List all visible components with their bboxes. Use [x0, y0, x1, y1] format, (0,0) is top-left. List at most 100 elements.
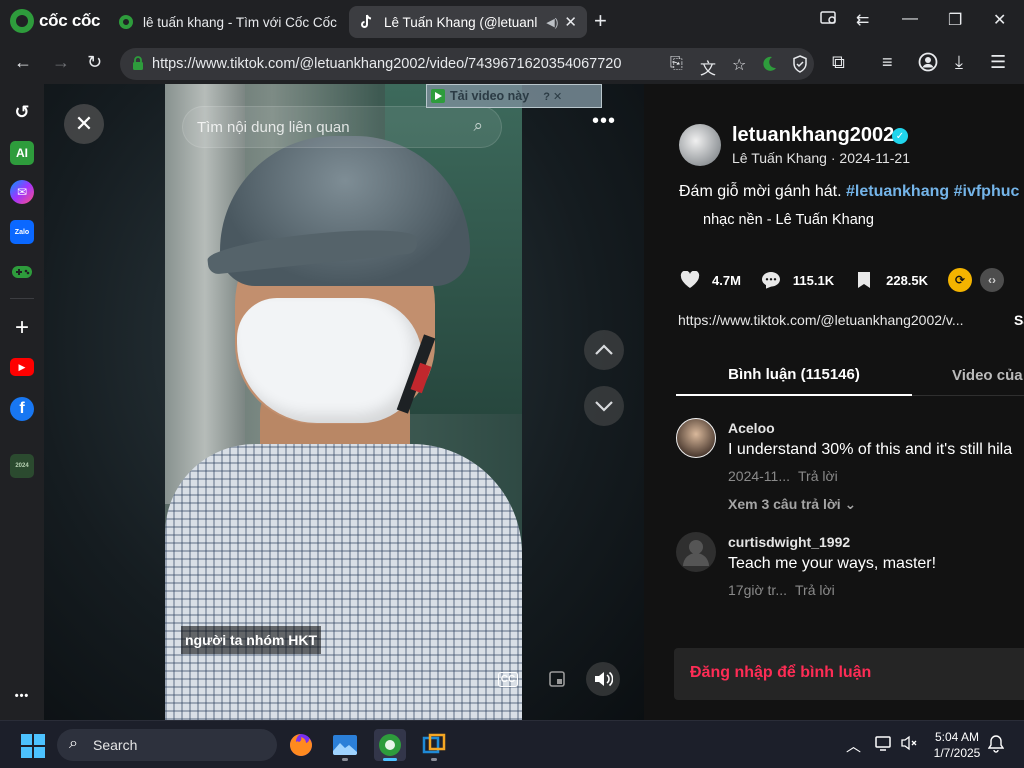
close-window-button[interactable]: ✕ — [993, 10, 1006, 30]
cc-icon: CC — [497, 671, 519, 687]
menu-icon[interactable]: ☰ — [990, 52, 1006, 73]
tab-creator-videos[interactable]: Video của — [952, 354, 1023, 396]
search-icon: ⌕ — [69, 735, 78, 752]
browser-brand[interactable]: cốc cốc — [10, 9, 101, 33]
volume-muted-icon[interactable] — [901, 735, 917, 755]
virtualbox-icon[interactable] — [418, 729, 450, 761]
repost-icon[interactable]: ⟳ — [948, 268, 973, 292]
video-link[interactable]: https://www.tiktok.com/@letuankhang2002/… — [678, 312, 964, 328]
next-video-button[interactable] — [584, 386, 624, 426]
maximize-button[interactable]: ❐ — [948, 10, 962, 30]
messenger-icon[interactable]: ✉ — [10, 180, 34, 204]
extensions-icon[interactable]: ⧉ — [832, 52, 845, 73]
media-controls-icon[interactable]: ≡ — [882, 52, 893, 73]
coccoc-taskbar-icon[interactable] — [374, 729, 406, 761]
youtube-icon[interactable]: ▶ — [10, 358, 34, 376]
tab-close-icon[interactable]: ✕ — [564, 13, 577, 31]
floating-player-icon[interactable] — [540, 662, 574, 696]
back-button[interactable]: ← — [14, 52, 32, 73]
translate-icon[interactable]: 文 — [700, 55, 716, 79]
coccoc-2024-icon[interactable]: 2024 — [10, 454, 34, 478]
new-tab-button[interactable]: + — [594, 10, 607, 32]
ai-icon[interactable]: AI — [10, 141, 34, 165]
notifications-bell-icon[interactable] — [987, 735, 1005, 757]
author-avatar[interactable] — [679, 124, 721, 166]
more-options-icon[interactable]: ••• — [592, 110, 616, 133]
facebook-icon[interactable]: f — [10, 397, 34, 421]
url-text[interactable]: https://www.tiktok.com/@letuankhang2002/… — [152, 56, 621, 72]
reply-button[interactable]: Trả lời — [795, 582, 835, 598]
download-video-button[interactable]: Tải video này ? ✕ — [426, 84, 602, 108]
tab-title: Lê Tuấn Khang (@letuanl — [384, 14, 538, 30]
sidebar-more-icon[interactable]: ••• — [10, 684, 34, 708]
comment-button[interactable]: 115.1K — [761, 270, 834, 290]
firefox-icon[interactable] — [285, 729, 317, 761]
windows-start-icon[interactable] — [21, 734, 45, 758]
login-to-comment-bar[interactable]: Đăng nhập để bình luận — [674, 648, 1024, 700]
photos-app-icon[interactable] — [329, 729, 361, 761]
commenter-name[interactable]: curtisdwight_1992 — [728, 534, 850, 550]
history-icon[interactable]: ↺ — [10, 100, 34, 124]
minimize-button[interactable]: — — [902, 10, 918, 28]
zalo-icon[interactable]: Zalo — [10, 220, 34, 244]
system-clock[interactable]: 5:04 AM 1/7/2025 — [922, 729, 992, 761]
taskbar-search-label: Search — [93, 737, 138, 753]
reply-button[interactable]: Trả lời — [798, 468, 838, 484]
reload-button[interactable]: ↻ — [87, 52, 102, 73]
commenter-avatar[interactable] — [676, 418, 716, 458]
related-search-input[interactable]: Tìm nội dung liên quan ⌕ — [182, 106, 502, 148]
tab-comments[interactable]: Bình luận (115146) — [676, 354, 912, 396]
adblock-shield-icon[interactable] — [792, 55, 808, 78]
view-replies-button[interactable]: Xem 3 câu trả lời ⌄ — [728, 496, 856, 513]
bookmark-star-icon[interactable]: ☆ — [732, 55, 746, 75]
windows-taskbar: ⌕ Search ︿ 5:04 AM 1/7/2025 — [0, 720, 1024, 768]
tray-overflow-chevron-icon[interactable]: ︿ — [846, 735, 861, 756]
search-icon[interactable]: ⌕ — [473, 116, 483, 136]
tab-tiktok[interactable]: Lê Tuấn Khang (@letuanl ◀) ✕ — [349, 6, 587, 38]
lock-icon[interactable] — [132, 56, 144, 70]
download-play-icon — [431, 89, 445, 103]
tab-audio-icon[interactable]: ◀) — [546, 16, 558, 29]
like-button[interactable]: 4.7M — [680, 270, 741, 290]
download-help-close[interactable]: ? ✕ — [543, 90, 562, 103]
copy-link-button[interactable]: Sa — [1014, 312, 1024, 328]
video-details-panel: letuankhang2002 ✓ Lê Tuấn Khang · 2024-1… — [644, 84, 1024, 720]
commenter-avatar[interactable] — [676, 532, 716, 572]
save-button[interactable]: 228.5K — [854, 270, 928, 290]
profile-icon[interactable] — [918, 52, 938, 77]
previous-video-button[interactable] — [584, 330, 624, 370]
install-app-icon[interactable]: ⎘ — [670, 55, 683, 73]
login-to-comment-link[interactable]: Đăng nhập để bình luận — [690, 664, 871, 682]
volume-button[interactable] — [586, 662, 620, 696]
screenshot-icon[interactable] — [820, 10, 838, 31]
active-indicator — [383, 758, 397, 761]
comment-date: 17giờ tr... — [728, 582, 787, 598]
download-label: Tải video này — [450, 89, 530, 103]
engagement-stats: 4.7M 115.1K 228.5K ⟳ ‹› — [680, 268, 1012, 292]
coccoc-favicon-icon — [118, 14, 134, 30]
video-frame[interactable] — [165, 84, 522, 720]
music-link[interactable]: nhạc nền - Lê Tuấn Khang — [703, 212, 874, 228]
tab-search[interactable]: lê tuấn khang - Tìm với Cốc Cốc — [108, 6, 348, 38]
add-icon[interactable]: + — [10, 314, 34, 341]
running-indicator — [342, 758, 348, 761]
dark-mode-icon[interactable] — [760, 55, 778, 78]
address-bar[interactable]: https://www.tiktok.com/@letuankhang2002/… — [120, 48, 814, 80]
tab-search-icon[interactable]: ⇇ — [856, 10, 869, 30]
close-video-button[interactable]: ✕ — [64, 104, 104, 144]
captions-button[interactable]: CC — [491, 662, 525, 696]
scene-shirt — [165, 444, 522, 720]
description-hashtags[interactable]: #letuankhang #ivfphuc — [846, 183, 1019, 200]
browser-tab-bar: cốc cốc lê tuấn khang - Tìm với Cốc Cốc … — [0, 0, 1024, 44]
brand-name: cốc cốc — [39, 11, 101, 30]
commenter-name[interactable]: Aceloo — [728, 420, 775, 436]
downloads-icon[interactable]: ⤓ — [955, 52, 963, 73]
forward-button[interactable]: → — [52, 52, 70, 73]
running-indicator — [431, 758, 437, 761]
game-icon[interactable] — [10, 260, 34, 284]
video-player[interactable]: Tìm nội dung liên quan ⌕ Tải video này ?… — [44, 84, 644, 720]
embed-icon[interactable]: ‹› — [980, 268, 1005, 292]
author-handle[interactable]: letuankhang2002 — [732, 124, 894, 147]
taskbar-search-box[interactable]: ⌕ Search — [57, 729, 277, 761]
network-icon[interactable] — [874, 735, 892, 755]
